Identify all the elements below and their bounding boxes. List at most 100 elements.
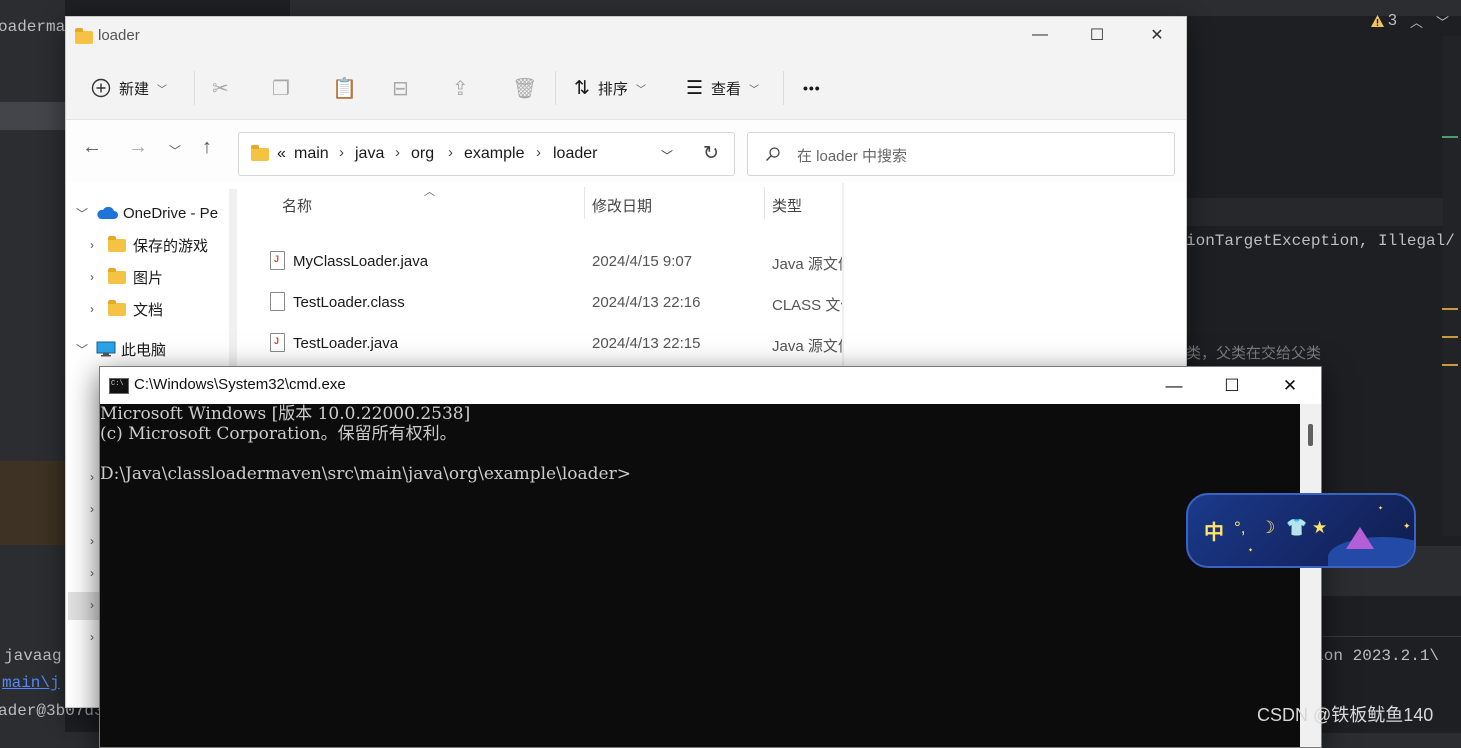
paste-icon[interactable]: 📋 (332, 69, 357, 107)
breadcrumb-java[interactable]: java (355, 145, 384, 163)
chevron-down-icon[interactable]: ﹀ (74, 205, 90, 222)
column-header-name[interactable]: 名称 (282, 195, 312, 216)
cmd-scrollbar[interactable] (1300, 404, 1321, 747)
column-header-modified[interactable]: 修改日期 (592, 195, 652, 216)
ide-scrollbar[interactable] (1443, 36, 1461, 536)
ide-terminal-link[interactable]: main\j (2, 674, 60, 692)
file-row[interactable]: TestLoader.java 2024/4/13 22:15 Java 源文件 (242, 325, 842, 365)
file-row[interactable]: TestLoader.class 2024/4/13 22:16 CLASS 文… (242, 284, 842, 324)
chevron-right-icon[interactable]: › (84, 270, 100, 284)
share-icon[interactable]: ⇪ (452, 69, 469, 107)
breadcrumb-example[interactable]: example (464, 145, 524, 163)
breadcrumb-loader[interactable]: loader (553, 145, 597, 163)
tree-item-this-pc[interactable]: ﹀ 此电脑 (74, 334, 166, 364)
ide-top-strip (290, 0, 1461, 16)
chevron-right-icon[interactable]: › (339, 144, 344, 161)
more-options-button[interactable]: ••• (803, 69, 821, 107)
maximize-button[interactable]: ☐ (1203, 367, 1261, 404)
rename-icon[interactable]: ⊟ (392, 69, 409, 107)
explorer-navbar: ← → ﹀ ↑ « main › java › org › example › … (66, 120, 1186, 182)
copy-icon[interactable]: ❐ (272, 69, 290, 107)
console-prompt: D:\Java\classloadermaven\src\main\java\o… (100, 464, 631, 484)
breadcrumb-main[interactable]: main (294, 145, 329, 163)
ime-skin-icon[interactable]: 👕 (1286, 518, 1307, 538)
new-button[interactable]: 新建 ﹀ (91, 69, 167, 107)
file-name: MyClassLoader.java (293, 253, 429, 270)
ide-warning-indicator[interactable]: 3 (1370, 12, 1397, 30)
chevron-right-icon[interactable]: › (84, 566, 100, 580)
chevron-right-icon[interactable]: › (84, 534, 100, 548)
file-row[interactable]: MyClassLoader.java 2024/4/15 9:07 Java 源… (242, 243, 842, 283)
folder-icon (251, 145, 269, 161)
chevron-right-icon[interactable]: › (84, 630, 100, 644)
delete-icon[interactable]: 🗑 (512, 69, 537, 107)
cmd-scrollbar-thumb[interactable] (1308, 424, 1313, 446)
cmd-titlebar[interactable]: C:\Windows\System32\cmd.exe — ☐ ✕ (100, 367, 1321, 404)
close-button[interactable]: ✕ (1261, 367, 1319, 404)
close-button[interactable]: ✕ (1128, 17, 1186, 53)
watermark: CSDN @铁板鱿鱼140 (1257, 705, 1434, 725)
chevron-up-icon[interactable]: ︿ (1410, 12, 1423, 31)
file-icon (270, 292, 285, 311)
chevron-right-icon[interactable]: › (448, 144, 453, 161)
chevron-down-icon[interactable]: ﹀ (74, 341, 90, 358)
file-type: Java 源文件 (772, 256, 842, 273)
cmd-window: C:\Windows\System32\cmd.exe — ☐ ✕ Micros… (99, 366, 1322, 748)
plus-circle-icon (91, 78, 111, 98)
column-header-type[interactable]: 类型 (772, 195, 802, 216)
column-divider (584, 187, 585, 219)
search-box[interactable]: 在 loader 中搜索 (747, 132, 1175, 176)
minimize-button[interactable]: — (1145, 367, 1203, 404)
chevron-right-icon[interactable]: › (84, 238, 100, 252)
console-line: (c) Microsoft Corporation。保留所有权利。 (100, 424, 457, 444)
chevron-right-icon[interactable]: › (395, 144, 400, 161)
breadcrumb-org[interactable]: org (411, 145, 434, 163)
chevron-right-icon[interactable]: › (84, 302, 100, 316)
maximize-button[interactable]: ☐ (1068, 17, 1126, 53)
refresh-icon[interactable]: ↻ (703, 142, 719, 165)
chevron-down-icon[interactable]: ﹀ (1436, 12, 1449, 31)
sort-icon: ⇅ (574, 77, 590, 99)
back-arrow-icon[interactable]: ← (82, 136, 102, 159)
view-button[interactable]: ☰ 查看 ﹀ (686, 69, 759, 107)
chevron-right-icon[interactable]: › (84, 470, 100, 484)
up-arrow-icon[interactable]: ↑ (202, 136, 212, 159)
chevron-right-icon[interactable]: › (84, 598, 100, 612)
ide-terminal-text: javaag (4, 647, 62, 665)
chevron-down-icon: ﹀ (157, 84, 168, 96)
ide-code-line: ionTargetException, Illegal/ (1186, 232, 1455, 250)
ide-scroll-marker (1442, 308, 1458, 310)
tree-label: 文档 (133, 301, 164, 319)
minimize-button[interactable]: — (1011, 17, 1069, 53)
address-history-chevron-icon[interactable]: ﹀ (661, 147, 673, 164)
ime-toolbar[interactable]: ✦ ✦ ✦ 中 °, ☽ 👕 ★ (1186, 493, 1416, 568)
explorer-titlebar[interactable]: loader — ☐ ✕ (66, 17, 1186, 57)
view-label: 查看 (711, 80, 742, 98)
file-modified: 2024/4/13 22:15 (592, 335, 701, 352)
cut-icon[interactable]: ✂ (212, 69, 229, 107)
address-bar[interactable]: « main › java › org › example › loader ﹀… (238, 132, 735, 176)
chevron-right-icon[interactable]: › (84, 502, 100, 516)
file-list: ︿ 名称 修改日期 类型 MyClassLoader.java 2024/4/1… (242, 183, 842, 368)
breadcrumb-overflow[interactable]: « (277, 145, 286, 163)
tree-item-saved-games[interactable]: › 保存的游戏 (84, 230, 208, 260)
tree-label: 保存的游戏 (133, 237, 209, 255)
chevron-down-icon: ﹀ (749, 84, 760, 96)
ime-star-icon[interactable]: ★ (1312, 518, 1327, 538)
tree-item-documents[interactable]: › 文档 (84, 294, 163, 324)
chevron-right-icon[interactable]: › (536, 144, 541, 161)
recent-chevron-icon[interactable]: ﹀ (169, 142, 181, 159)
tree-item-onedrive[interactable]: ﹀ OneDrive - Pe (74, 198, 218, 228)
ime-language-toggle[interactable]: 中 (1204, 516, 1224, 545)
column-divider (764, 187, 765, 219)
forward-arrow-icon[interactable]: → (128, 136, 148, 159)
cmd-console[interactable]: Microsoft Windows [版本 10.0.22000.2538] (… (100, 404, 1300, 747)
folder-icon (108, 299, 126, 316)
java-file-icon (270, 333, 285, 352)
ime-moon-icon[interactable]: ☽ (1260, 518, 1275, 538)
ime-punctuation-icon[interactable]: °, (1234, 518, 1246, 538)
sort-button[interactable]: ⇅ 排序 ﹀ (574, 69, 646, 107)
sort-label: 排序 (597, 80, 628, 98)
tree-label: 图片 (133, 269, 164, 287)
tree-item-pictures[interactable]: › 图片 (84, 262, 163, 292)
